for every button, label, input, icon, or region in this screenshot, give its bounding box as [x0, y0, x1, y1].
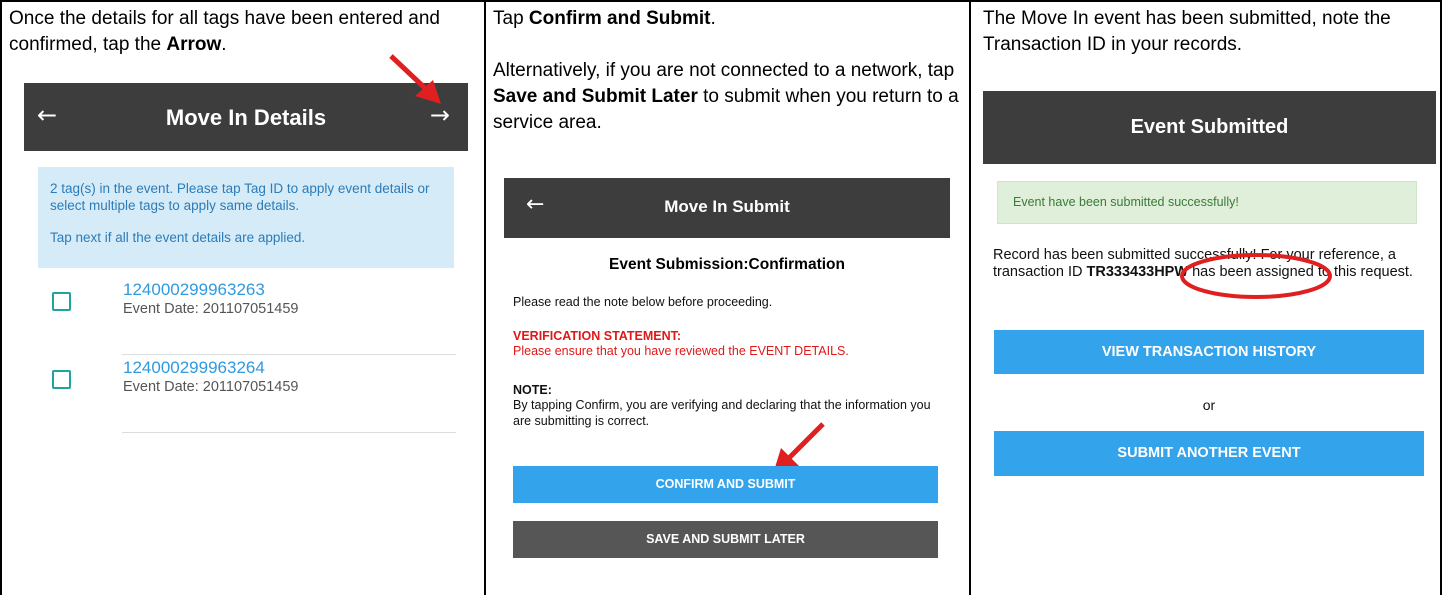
panel2-instruction: Tap Confirm and Submit. Alternatively, i… — [493, 6, 963, 136]
or-separator: or — [1202, 397, 1216, 413]
verification-text: Please ensure that you have reviewed the… — [513, 344, 849, 358]
note-intro: Please read the note below before procee… — [513, 295, 773, 309]
tag-event-date: Event Date: 201107051459 — [123, 301, 299, 317]
annotation-arrow-next — [389, 54, 441, 104]
confirm-and-submit-button[interactable]: CONFIRM AND SUBMIT — [513, 466, 938, 503]
screen-title: Event Submitted — [1130, 116, 1289, 138]
tag-event-date: Event Date: 201107051459 — [123, 379, 299, 395]
instruction-text-end: . — [710, 8, 716, 29]
success-alert: Event have been submitted successfully! — [997, 181, 1417, 224]
verification-title: VERIFICATION STATEMENT: — [513, 329, 682, 343]
note-title: NOTE: — [513, 383, 552, 397]
tag-checkbox[interactable] — [52, 292, 71, 311]
event-submitted-appbar: Event Submitted — [983, 91, 1436, 164]
table-border-1 — [484, 0, 486, 595]
instruction-text: Alternatively, if you are not connected … — [493, 60, 955, 81]
instruction-bold: Arrow — [166, 34, 222, 55]
note-text: By tapping Confirm, you are verifying an… — [513, 398, 931, 428]
panel3-instruction: The Move In event has been submitted, no… — [983, 8, 1391, 55]
table-border-2 — [969, 0, 971, 595]
tag-info-box: 2 tag(s) in the event. Please tap Tag ID… — [38, 167, 454, 268]
instruction-table: Once the details for all tags have been … — [0, 0, 1442, 595]
instruction-alternative: Alternatively, if you are not connected … — [493, 58, 963, 136]
tag-id-link[interactable]: 124000299963263 — [123, 280, 265, 300]
confirmation-heading: Event Submission:Confirmation — [609, 256, 845, 273]
screen-title: Move In Submit — [664, 197, 790, 216]
list-item[interactable]: 124000299963263 Event Date: 201107051459 — [52, 280, 456, 355]
tag-id-link[interactable]: 124000299963264 — [123, 358, 265, 378]
submit-another-event-button[interactable]: SUBMIT ANOTHER EVENT — [994, 431, 1424, 476]
view-transaction-history-button[interactable]: VIEW TRANSACTION HISTORY — [994, 330, 1424, 374]
instruction-bold: Confirm and Submit — [528, 8, 711, 29]
transaction-id: TR333433HPW — [1086, 264, 1189, 280]
info-text-next: Tap next if all the event details are ap… — [50, 230, 306, 245]
save-and-submit-later-button[interactable]: SAVE AND SUBMIT LATER — [513, 521, 938, 558]
instruction-text: Tap — [493, 8, 529, 29]
instruction-bold: Save and Submit Later — [493, 86, 698, 107]
instruction-text-end: . — [221, 34, 227, 55]
info-text-tags: 2 tag(s) in the event. Please tap Tag ID… — [50, 181, 430, 213]
list-divider — [122, 354, 456, 355]
list-divider — [122, 432, 456, 433]
annotation-ellipse-transaction-id — [1180, 253, 1332, 299]
screen-title: Move In Details — [165, 105, 327, 130]
instruction-step: Tap Confirm and Submit. — [493, 6, 963, 32]
tag-checkbox[interactable] — [52, 370, 71, 389]
move-in-submit-appbar: ← Move In Submit — [504, 178, 950, 238]
list-item[interactable]: 124000299963264 Event Date: 201107051459 — [52, 358, 456, 433]
